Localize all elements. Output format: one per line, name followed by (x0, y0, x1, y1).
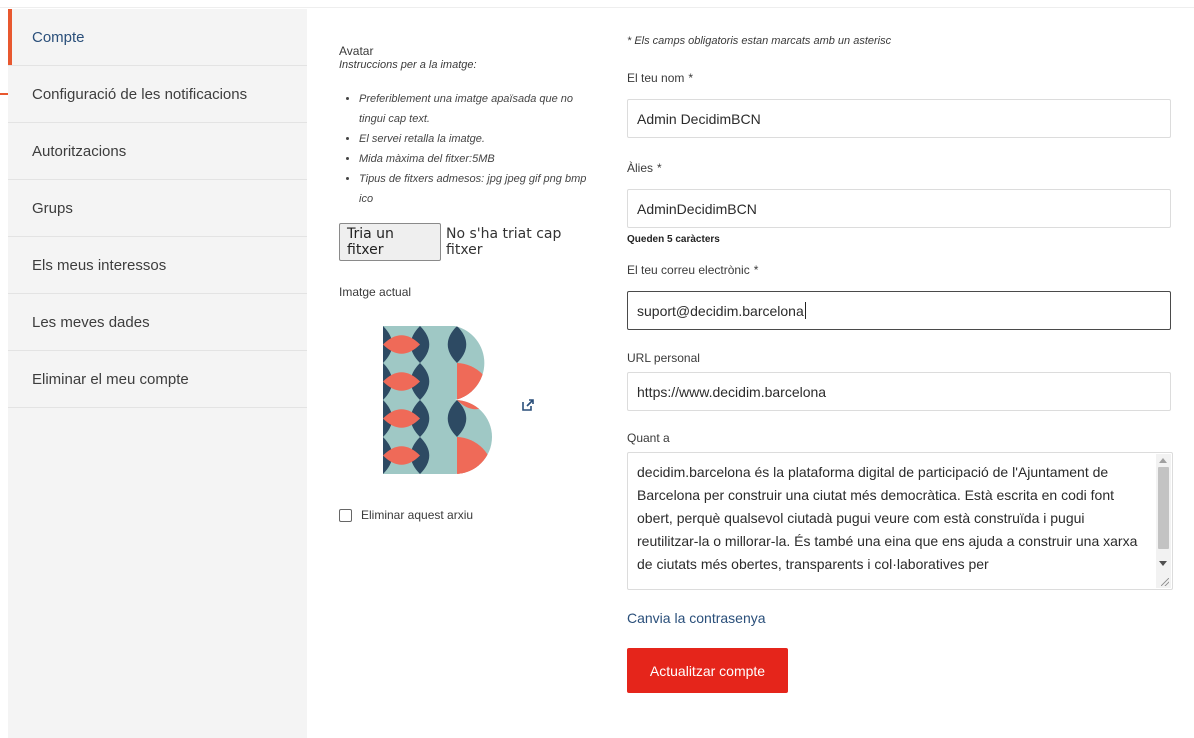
sidebar-item-groups[interactable]: Grups (8, 180, 307, 237)
delete-image-label: Eliminar aquest arxiu (361, 508, 474, 522)
account-sidebar: Compte Configuració de les notificacions… (8, 9, 307, 738)
sidebar-item-label: Les meves dades (32, 313, 150, 331)
sidebar-item-label: Els meus interessos (32, 256, 167, 274)
sidebar-item-label: Eliminar el meu compte (32, 370, 189, 388)
nickname-field[interactable]: AdminDecidimBCN (627, 189, 1171, 228)
choose-file-button[interactable]: Tria un fitxer (339, 223, 442, 261)
change-password-link[interactable]: Canvia la contrasenya (627, 610, 766, 626)
sidebar-item-interests[interactable]: Els meus interessos (8, 237, 307, 294)
scroll-down-arrow-icon[interactable] (1159, 561, 1167, 566)
file-status: No s'ha triat cap fitxer (446, 226, 562, 258)
resize-grip-icon[interactable] (1161, 578, 1169, 586)
about-text: decidim.barcelona és la plataforma digit… (637, 464, 1138, 572)
avatar-section: Avatar Instruccions per a la imatge: Pre… (339, 44, 599, 522)
sidebar-item-label: Compte (32, 28, 85, 46)
top-border (0, 0, 1194, 8)
avatar-image[interactable] (383, 326, 493, 474)
required-asterisk: * (688, 71, 694, 85)
instruction-item: Mida màxima del fitxer:5MB (359, 149, 589, 169)
sidebar-item-notifications[interactable]: Configuració de les notificacions (8, 66, 307, 123)
external-link-icon[interactable] (522, 399, 534, 411)
url-label: URL personal (627, 351, 700, 365)
text-caret (804, 302, 806, 319)
about-textarea[interactable]: decidim.barcelona és la plataforma digit… (627, 452, 1173, 590)
sidebar-item-my-data[interactable]: Les meves dades (8, 294, 307, 351)
required-asterisk: * (657, 161, 662, 175)
delete-image-row[interactable]: Eliminar aquest arxiu (339, 508, 473, 522)
sidebar-item-label: Autoritzacions (32, 142, 127, 160)
email-label: El teu correu electrònic * (627, 263, 759, 277)
sidebar-item-label: Configuració de les notificacions (32, 85, 248, 103)
nickname-label: Àlies * (627, 161, 662, 175)
sidebar-item-authorizations[interactable]: Autoritzacions (8, 123, 307, 180)
email-field[interactable]: suport@decidim.barcelona (627, 291, 1171, 330)
name-label: El teu nom * (627, 71, 694, 85)
avatar-instructions-title: Instruccions per a la imatge: (339, 59, 477, 71)
update-account-button[interactable]: Actualitzar compte (627, 648, 788, 693)
scroll-up-arrow-icon[interactable] (1159, 458, 1167, 463)
current-image-label: Imatge actual (339, 285, 412, 299)
sidebar-item-delete-account[interactable]: Eliminar el meu compte (8, 351, 307, 408)
sidebar-item-account[interactable]: Compte (8, 9, 307, 66)
instruction-item: Tipus de fitxers admesos: jpg jpeg gif p… (359, 169, 589, 209)
instruction-item: Preferiblement una imatge apaïsada que n… (359, 89, 589, 129)
file-picker: Tria un fitxer No s'ha triat cap fitxer (339, 223, 599, 261)
required-note: * Els camps obligatoris estan marcats am… (627, 35, 892, 47)
textarea-scrollbar[interactable] (1156, 454, 1171, 588)
sidebar-item-label: Grups (32, 199, 73, 217)
name-field[interactable]: Admin DecidimBCN (627, 99, 1171, 138)
nickname-char-hint: Queden 5 caràcters (627, 234, 720, 245)
about-label: Quant a (627, 431, 670, 445)
avatar-label: Avatar (339, 44, 374, 58)
required-asterisk: * (753, 263, 759, 277)
delete-image-checkbox[interactable] (339, 508, 352, 522)
scroll-thumb[interactable] (1158, 467, 1169, 549)
instruction-item: El servei retalla la imatge. (359, 129, 589, 149)
avatar-instructions-list: Preferiblement una imatge apaïsada que n… (339, 89, 589, 209)
personal-url-field[interactable]: https://www.decidim.barcelona (627, 372, 1171, 411)
